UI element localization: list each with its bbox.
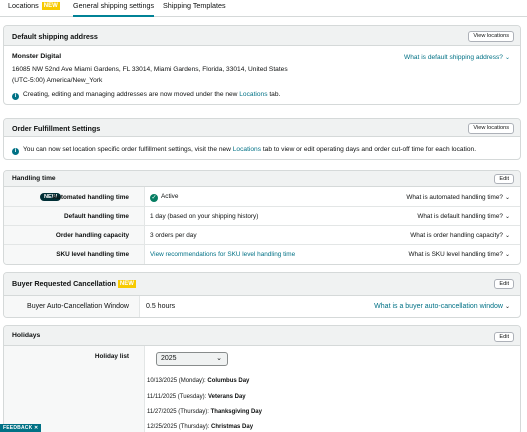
chevron-down-icon: ⌄ [504, 252, 510, 258]
holiday-date: 10/13/2025 (Monday): [147, 378, 206, 384]
check-circle-icon: ✓ [150, 194, 158, 202]
chevron-down-icon: ⌄ [504, 55, 510, 61]
notice-text: Creating, editing and managing addresses… [23, 91, 240, 98]
new-badge: NEW [41, 2, 60, 10]
chevron-down-icon: ⌄ [504, 233, 510, 239]
locations-link[interactable]: Locations [239, 91, 267, 98]
holiday-name: Columbus Day [207, 378, 250, 384]
help-text: What is order handling capacity? [410, 232, 503, 239]
holiday-name: Thanksgiving Day [210, 409, 262, 415]
edit-button[interactable]: Edit [494, 332, 514, 342]
row-label: Order handling capacity [55, 232, 129, 239]
help-text: What is default handling time? [417, 213, 503, 220]
row-value: ✓ Active [150, 193, 178, 202]
address-text: 16085 NW 52nd Ave Miami Gardens, FL 3301… [12, 66, 288, 73]
row-label: Default handling time [64, 213, 129, 220]
order-capacity-help[interactable]: What is order handling capacity? ⌄ [410, 232, 510, 239]
list-item: 10/13/2025 (Monday): Columbus Day [147, 378, 249, 384]
chevron-down-icon: ⌄ [504, 304, 510, 310]
notice-text-end: tab. [267, 91, 281, 98]
edit-button[interactable]: Edit [494, 174, 514, 184]
default-address-card: Default shipping address View locations … [3, 25, 521, 105]
year-select-value: 2025 [161, 355, 177, 362]
automated-handling-help[interactable]: What is automated handling time? ⌄ [406, 194, 510, 201]
table-row: Buyer Auto-Cancellation Window 0.5 hours… [4, 296, 520, 317]
card-header: Buyer Requested Cancellation NEW Edit [4, 273, 520, 296]
seller-name: Monster Digital [12, 53, 62, 60]
chevron-down-icon: ⌄ [216, 355, 222, 362]
card-header: Holidays Edit [4, 326, 520, 346]
edit-button[interactable]: Edit [494, 279, 514, 289]
locations-link[interactable]: Locations [233, 146, 261, 153]
holiday-date: 12/25/2025 (Thursday): [147, 424, 210, 430]
holiday-list-label: Holiday list [94, 353, 129, 360]
chevron-down-icon: ⌄ [504, 214, 510, 220]
table-row: Order handling capacity 3 orders per day… [4, 226, 520, 245]
card-header: Default shipping address View locations [4, 26, 520, 46]
feedback-button[interactable]: FEEDBACK ✕ [0, 424, 42, 432]
card-title-text: Buyer Requested Cancellation [12, 279, 116, 288]
card-header: Order Fulfillment Settings View location… [4, 119, 520, 137]
order-fulfillment-card: Order Fulfillment Settings View location… [3, 118, 521, 160]
sku-handling-help[interactable]: What is SKU level handling time? ⌄ [408, 251, 510, 258]
tab-general-shipping-settings[interactable]: General shipping settings [73, 1, 155, 17]
card-title: Holidays [12, 332, 41, 339]
default-address-help-link[interactable]: What is default shipping address? ⌄ [404, 54, 510, 61]
row-value: 0.5 hours [146, 303, 176, 310]
help-link-label: What is default shipping address? [404, 54, 503, 61]
chevron-down-icon: ⌄ [504, 195, 510, 201]
tab-shipping-templates[interactable]: Shipping Templates [163, 1, 226, 17]
tab-general-label: General shipping settings [73, 1, 155, 10]
default-handling-help[interactable]: What is default handling time? ⌄ [417, 213, 510, 220]
table-row: SKU level handling time View recommendat… [4, 245, 520, 264]
cancellation-help-link[interactable]: What is a buyer auto-cancellation window… [374, 303, 510, 310]
card-header: Handling time Edit [4, 171, 520, 187]
row-label: Automated handling time [52, 194, 129, 201]
holiday-date: 11/11/2025 (Tuesday): [147, 394, 207, 400]
list-item: 12/25/2025 (Thursday): Christmas Day [147, 424, 253, 430]
info-icon: i [12, 148, 19, 155]
address-notice: i Creating, editing and managing addresse… [12, 91, 280, 100]
handling-time-card: Handling time Edit NEW Automated handlin… [3, 170, 521, 265]
cancellation-card: Buyer Requested Cancellation NEW Edit Buy… [3, 272, 521, 318]
timezone-text: (UTC-5:00) America/New_York [12, 77, 103, 84]
view-locations-button[interactable]: View locations [468, 31, 514, 42]
holiday-date: 11/27/2025 (Thursday): [147, 409, 209, 415]
view-locations-button[interactable]: View locations [468, 123, 514, 134]
year-select[interactable]: 2025 ⌄ [156, 352, 228, 366]
row-value: 3 orders per day [150, 232, 197, 239]
notice-text: You can now set location specific order … [23, 146, 233, 153]
card-title: Order Fulfillment Settings [12, 124, 101, 133]
tab-locations[interactable]: Locations NEW [8, 1, 60, 17]
info-icon: i [12, 93, 19, 100]
list-item: 11/27/2025 (Thursday): Thanksgiving Day [147, 409, 262, 415]
tab-locations-label: Locations [8, 1, 39, 10]
holiday-name: Veterans Day [207, 394, 246, 400]
card-title: Default shipping address [12, 32, 98, 41]
help-text: What is SKU level handling time? [408, 251, 503, 258]
card-title: Handling time [12, 175, 56, 182]
row-label: Buyer Auto-Cancellation Window [27, 303, 129, 310]
row-value-text: Active [161, 193, 179, 200]
help-text: What is automated handling time? [406, 194, 503, 201]
tab-bar: Locations NEW General shipping settings S… [0, 0, 527, 17]
table-row: Default handling time 1 day (based on yo… [4, 207, 520, 226]
new-badge: NEW [117, 280, 136, 288]
list-item: 11/11/2025 (Tuesday): Veterans Day [147, 394, 246, 400]
fulfillment-notice: i You can now set location specific order… [12, 146, 476, 155]
help-text: What is a buyer auto-cancellation window [374, 303, 503, 310]
notice-text-end: tab to view or edit operating days and o… [261, 146, 477, 153]
holidays-card: Holidays Edit Holiday list 2025 ⌄ 10/13/… [3, 325, 521, 432]
card-title: Buyer Requested Cancellation NEW [12, 279, 136, 288]
table-row: NEW Automated handling time ✓ Active What… [4, 187, 520, 207]
sku-recommendations-link[interactable]: View recommendations for SKU level handl… [150, 251, 295, 258]
row-value: 1 day (based on your shipping history) [150, 213, 259, 220]
holiday-name: Christmas Day [211, 424, 254, 430]
row-label: SKU level handling time [56, 251, 129, 258]
tab-templates-label: Shipping Templates [163, 1, 226, 10]
